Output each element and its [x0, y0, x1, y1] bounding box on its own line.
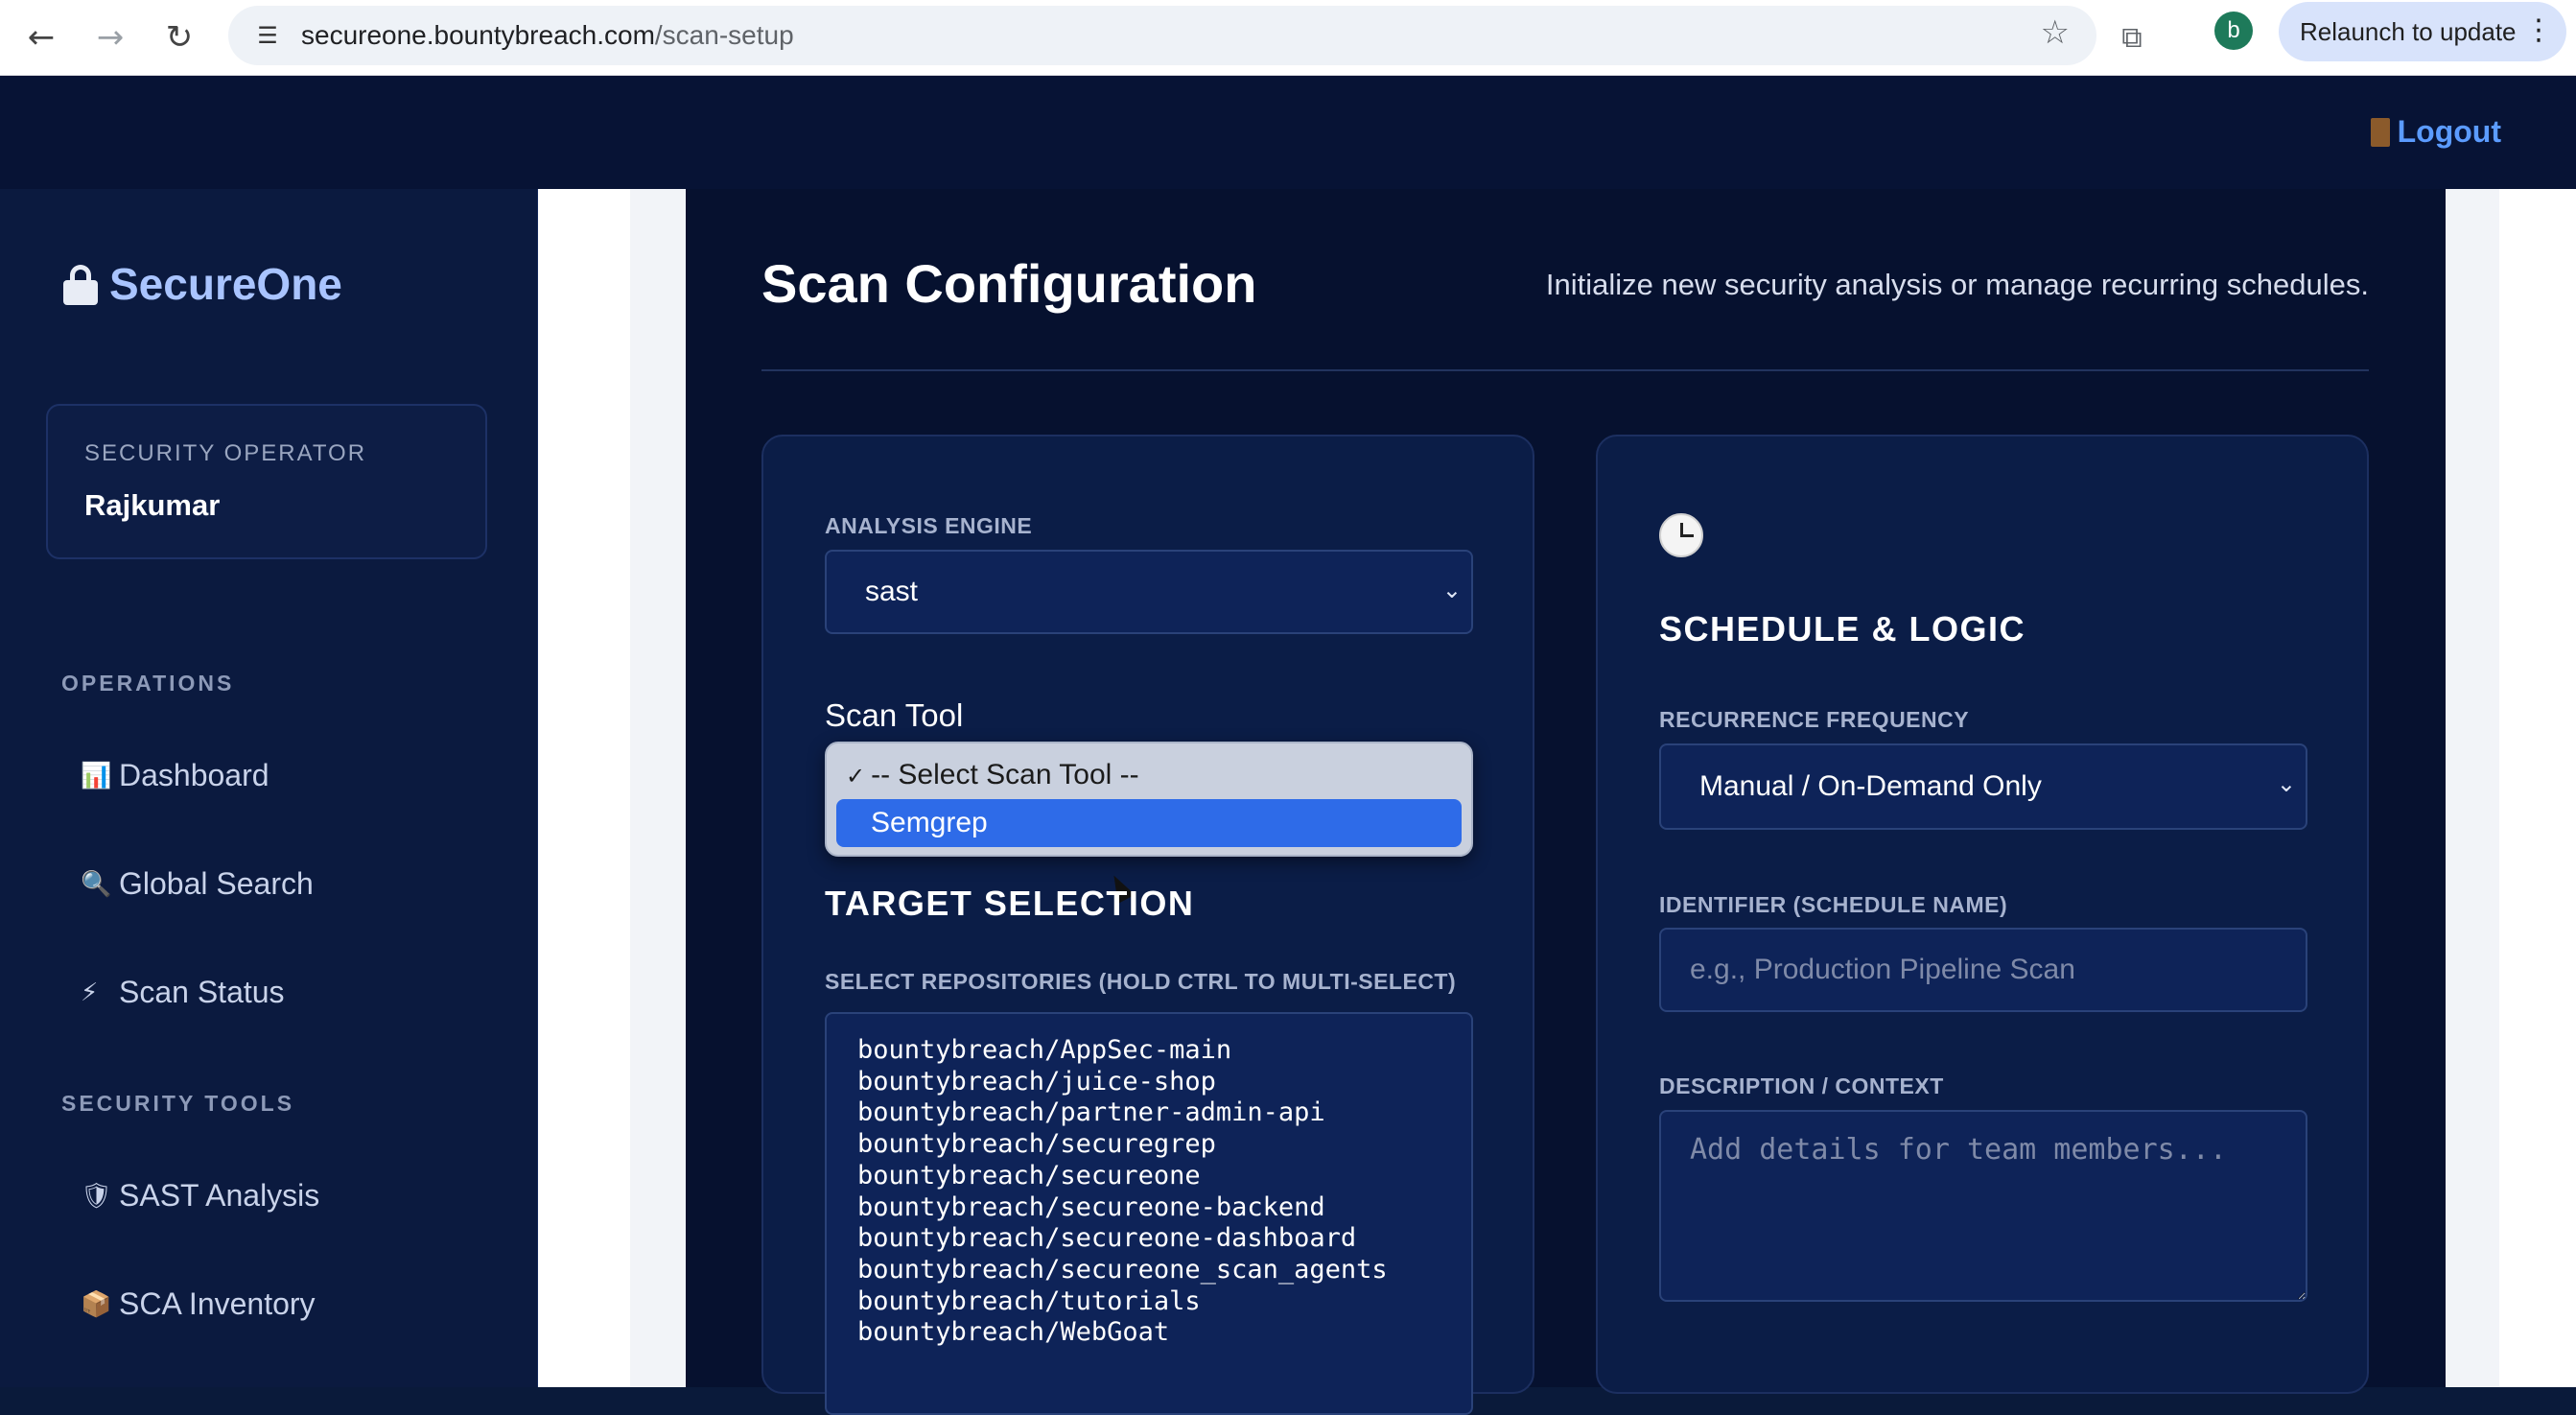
main-content: Scan Configuration Initialize new securi…: [686, 189, 2446, 1415]
sidebar-item-global-search[interactable]: 🔍 Global Search: [81, 866, 314, 902]
sidebar-item-label: Scan Status: [119, 975, 285, 1009]
identifier-label: IDENTIFIER (SCHEDULE NAME): [1659, 892, 2008, 917]
repository-option[interactable]: bountybreach/secureone-dashboard: [857, 1223, 1388, 1255]
operator-name: Rajkumar: [84, 488, 221, 522]
chevron-down-icon: ⌄: [2276, 770, 2296, 797]
scan-tool-option-semgrep[interactable]: Semgrep: [836, 799, 1462, 905]
logout-link[interactable]: Logout: [2370, 114, 2501, 150]
checkmark-icon: ✓: [846, 763, 866, 790]
section-label-operations: OPERATIONS: [61, 671, 235, 696]
avatar-letter: b: [2227, 17, 2240, 43]
door-icon: [2370, 117, 2390, 147]
sidebar-item-dashboard[interactable]: 📊 Dashboard: [81, 758, 269, 793]
relaunch-button[interactable]: Relaunch to update ⋮: [2279, 2, 2566, 61]
relaunch-label: Relaunch to update: [2300, 16, 2517, 46]
browser-toolbar: ← → ↻ ☰ secureone.bountybreach.com/scan-…: [0, 0, 2576, 76]
sidebar-item-label: Global Search: [119, 866, 314, 901]
sidebar: SecureOne SECURITY OPERATOR Rajkumar OPE…: [0, 189, 538, 1387]
url-path: /scan-setup: [654, 20, 794, 50]
sidebar-item-label: Dashboard: [119, 758, 269, 792]
repositories-list: bountybreach/AppSec-main bountybreach/jui…: [857, 1035, 1388, 1349]
page-title: Scan Configuration: [761, 253, 1257, 314]
repository-option[interactable]: bountybreach/AppSec-main: [857, 1035, 1388, 1067]
site-settings-icon[interactable]: ☰: [247, 15, 288, 56]
repository-option[interactable]: bountybreach/tutorials: [857, 1286, 1388, 1318]
repository-option[interactable]: bountybreach/partner-admin-api: [857, 1097, 1388, 1129]
repositories-multiselect[interactable]: bountybreach/AppSec-main bountybreach/jui…: [825, 1012, 1473, 1415]
back-arrow-icon[interactable]: ←: [15, 12, 67, 63]
description-textarea[interactable]: [1659, 1110, 2307, 1302]
repositories-label: SELECT REPOSITORIES (HOLD CTRL TO MULTI-…: [825, 969, 1457, 994]
repository-option[interactable]: bountybreach/secureone: [857, 1161, 1388, 1192]
header-divider: [761, 369, 2369, 371]
sidebar-item-label: SAST Analysis: [119, 1178, 320, 1213]
reload-icon[interactable]: ↻: [153, 12, 205, 63]
content-gutter-right: [2446, 189, 2576, 1387]
operator-label: SECURITY OPERATOR: [84, 440, 367, 466]
brand-name: SecureOne: [109, 259, 342, 309]
magnifier-icon: 🔍: [81, 869, 112, 899]
sidebar-item-scan-status[interactable]: ⚡ Scan Status: [81, 975, 285, 1010]
lock-icon: [63, 265, 98, 305]
scan-tool-label: Scan Tool: [825, 697, 964, 733]
repository-option[interactable]: bountybreach/juice-shop: [857, 1067, 1388, 1098]
repository-option[interactable]: bountybreach/secureone-backend: [857, 1192, 1388, 1224]
page-subtitle: Initialize new security analysis or mana…: [1545, 268, 2369, 301]
chevron-down-icon: ⌄: [1441, 577, 1462, 603]
logout-label: Logout: [2397, 114, 2501, 149]
recurrence-frequency-label: RECURRENCE FREQUENCY: [1659, 707, 1970, 732]
scan-tool-option-label: Semgrep: [871, 807, 988, 838]
repository-option[interactable]: bountybreach/secureone_scan_agents: [857, 1255, 1388, 1286]
schedule-name-input[interactable]: [1659, 928, 2307, 1012]
repository-option[interactable]: bountybreach/WebGoat: [857, 1317, 1388, 1349]
section-label-security-tools: SECURITY TOOLS: [61, 1091, 295, 1116]
analysis-engine-label: ANALYSIS ENGINE: [825, 513, 1033, 538]
operator-card: SECURITY OPERATOR Rajkumar: [46, 404, 487, 559]
shield-icon: 🛡: [81, 1181, 113, 1211]
app-header: Logout: [0, 76, 2576, 189]
target-selection-title: TARGET SELECTION: [825, 884, 1195, 923]
more-menu-icon[interactable]: ⋮: [2524, 13, 2553, 47]
brand-logo[interactable]: SecureOne: [63, 258, 342, 310]
schedule-card: SCHEDULE & LOGIC RECURRENCE FREQUENCY Ma…: [1596, 435, 2369, 1394]
repository-option[interactable]: bountybreach/securegrep: [857, 1129, 1388, 1161]
address-bar[interactable]: ☰ secureone.bountybreach.com/scan-setup …: [228, 6, 2096, 65]
description-label: DESCRIPTION / CONTEXT: [1659, 1073, 1944, 1098]
scan-setup-card: ANALYSIS ENGINE sast ⌄ Scan Tool ✓ -- Sel…: [761, 435, 1534, 1415]
recurrence-frequency-value: Manual / On-Demand Only: [1699, 770, 2042, 802]
cast-search-icon[interactable]: ⧉: [2106, 12, 2158, 63]
clock-icon: [1659, 513, 1703, 557]
lightning-icon: ⚡: [81, 978, 99, 1007]
profile-avatar[interactable]: b: [2214, 12, 2253, 50]
recurrence-frequency-select[interactable]: Manual / On-Demand Only ⌄: [1659, 743, 2307, 830]
analysis-engine-select[interactable]: sast ⌄: [825, 550, 1473, 634]
url-host: secureone.bountybreach.com: [301, 20, 655, 50]
sidebar-item-label: SCA Inventory: [119, 1286, 316, 1321]
analysis-engine-value: sast: [865, 576, 919, 607]
bar-chart-icon: 📊: [81, 761, 112, 790]
url-text[interactable]: secureone.bountybreach.com/scan-setup: [301, 20, 794, 51]
forward-arrow-icon[interactable]: →: [84, 12, 136, 63]
content-gutter-left: [538, 189, 686, 1387]
sidebar-item-sast-analysis[interactable]: 🛡 SAST Analysis: [81, 1178, 319, 1214]
scan-tool-dropdown[interactable]: ✓ -- Select Scan Tool -- Semgrep: [825, 742, 1473, 905]
scan-tool-option-label: -- Select Scan Tool --: [871, 759, 1139, 790]
package-icon: 📦: [81, 1289, 112, 1319]
bookmark-star-icon[interactable]: ☆: [2041, 13, 2070, 52]
schedule-logic-title: SCHEDULE & LOGIC: [1659, 609, 2026, 649]
scan-tool-option-placeholder[interactable]: ✓ -- Select Scan Tool --: [846, 759, 1139, 791]
sidebar-item-sca-inventory[interactable]: 📦 SCA Inventory: [81, 1286, 316, 1322]
